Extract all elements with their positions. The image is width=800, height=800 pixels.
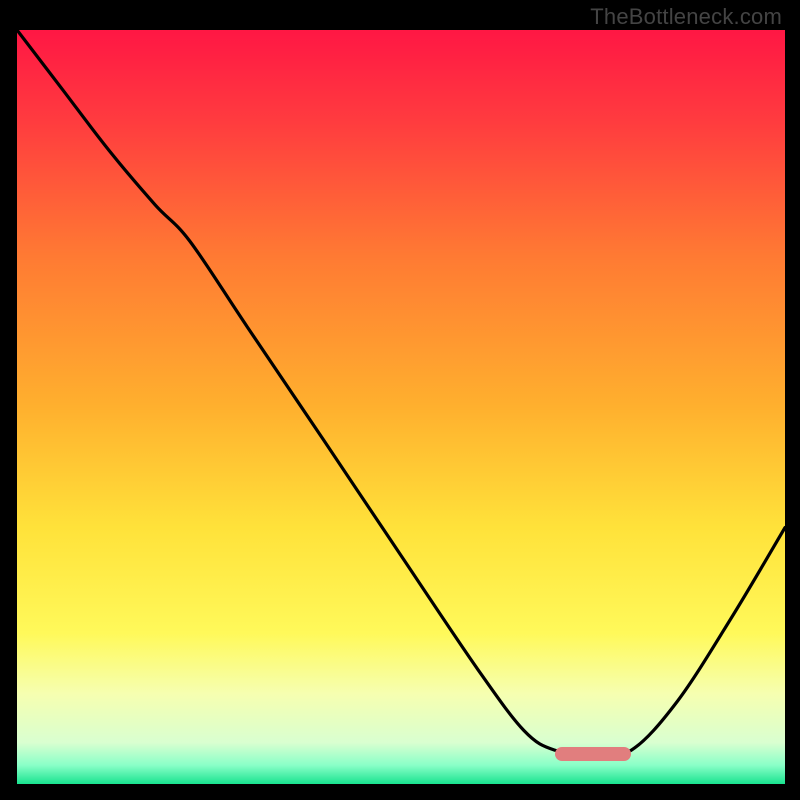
background-gradient: [17, 30, 785, 784]
plot-area: [17, 30, 785, 784]
watermark-text: TheBottleneck.com: [590, 4, 782, 30]
optimal-zone-marker: [555, 747, 632, 761]
plot-frame: [17, 30, 785, 784]
chart-stage: TheBottleneck.com: [0, 0, 800, 800]
